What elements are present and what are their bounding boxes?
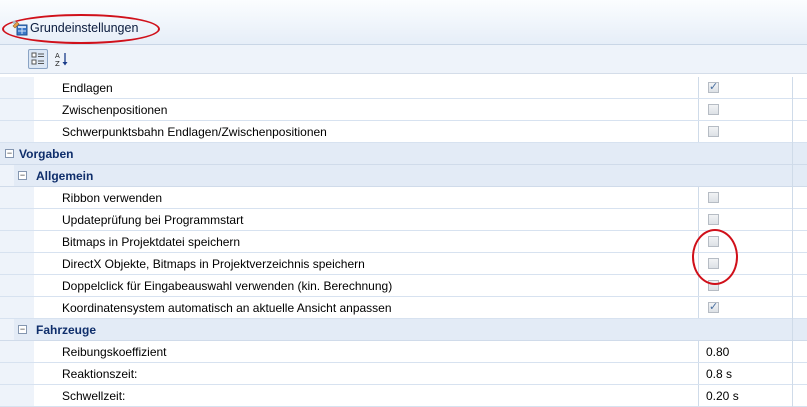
updatepruefung-checkbox[interactable] bbox=[708, 214, 719, 225]
property-row-endlagen: Endlagen bbox=[0, 77, 807, 99]
schwerpunktsbahn-checkbox[interactable] bbox=[708, 126, 719, 137]
category-label: Fahrzeuge bbox=[36, 323, 97, 337]
property-row-bitmaps-projektdatei: Bitmaps in Projektdatei speichern bbox=[0, 231, 807, 253]
category-allgemein[interactable]: − Allgemein bbox=[0, 165, 807, 187]
property-label: Doppelclick für Eingabeauswahl verwenden… bbox=[62, 279, 393, 293]
svg-text:Z: Z bbox=[55, 60, 60, 67]
property-row-schwerpunktsbahn: Schwerpunktsbahn Endlagen/Zwischenpositi… bbox=[0, 121, 807, 143]
property-label: Endlagen bbox=[62, 81, 113, 95]
property-row-directx-objekte: DirectX Objekte, Bitmaps in Projektverze… bbox=[0, 253, 807, 275]
category-vorgaben[interactable]: − Vorgaben bbox=[0, 143, 807, 165]
property-label: Zwischenpositionen bbox=[62, 103, 168, 117]
schwellzeit-value[interactable]: 0.20 s bbox=[706, 389, 739, 403]
category-label: Allgemein bbox=[36, 169, 94, 183]
collapse-toggle-icon[interactable]: − bbox=[18, 325, 27, 334]
categorized-view-icon[interactable] bbox=[28, 49, 48, 69]
collapse-toggle-icon[interactable]: − bbox=[5, 149, 14, 158]
property-row-zwischenpositionen: Zwischenpositionen bbox=[0, 99, 807, 121]
koordinatensystem-checkbox[interactable] bbox=[708, 300, 719, 313]
property-label: Bitmaps in Projektdatei speichern bbox=[62, 235, 241, 249]
property-label: Ribbon verwenden bbox=[62, 191, 163, 205]
collapse-toggle-icon[interactable]: − bbox=[18, 171, 27, 180]
property-row-reaktionszeit: Reaktionszeit: 0.8 s bbox=[0, 363, 807, 385]
settings-window: Grundeinstellungen A Z Endlagen ✓ Zwisch… bbox=[0, 0, 807, 407]
svg-text:A: A bbox=[55, 52, 60, 60]
settings-table-icon bbox=[12, 20, 28, 36]
scroll-edge-divider bbox=[792, 77, 793, 407]
property-label: DirectX Objekte, Bitmaps in Projektverze… bbox=[62, 257, 365, 271]
ribbon-checkbox[interactable] bbox=[708, 192, 719, 203]
title-bar: Grundeinstellungen bbox=[0, 0, 807, 45]
property-label: Schwellzeit: bbox=[62, 389, 126, 403]
category-label: Vorgaben bbox=[19, 147, 74, 161]
property-row-reibungskoeffizient: Reibungskoeffizient 0.80 bbox=[0, 341, 807, 363]
property-label: Koordinatensystem automatisch an aktuell… bbox=[62, 301, 392, 315]
reibungskoeffizient-value[interactable]: 0.80 bbox=[706, 345, 729, 359]
highlight-ellipse-checkboxes bbox=[692, 229, 738, 285]
property-row-schwellzeit: Schwellzeit: 0.20 s bbox=[0, 385, 807, 407]
property-row-doppelclick: Doppelclick für Eingabeauswahl verwenden… bbox=[0, 275, 807, 297]
property-grid: Endlagen Zwischenpositionen Schwerpunkts… bbox=[0, 77, 807, 407]
endlagen-checkbox[interactable] bbox=[708, 80, 719, 93]
zwischenpositionen-checkbox[interactable] bbox=[708, 104, 719, 115]
property-label: Reibungskoeffizient bbox=[62, 345, 167, 359]
property-label: Updateprüfung bei Programmstart bbox=[62, 213, 244, 227]
sort-az-icon[interactable]: A Z bbox=[52, 49, 72, 69]
category-fahrzeuge[interactable]: − Fahrzeuge bbox=[0, 319, 807, 341]
property-toolbar: A Z bbox=[0, 45, 807, 74]
property-row-updatepruefung: Updateprüfung bei Programmstart bbox=[0, 209, 807, 231]
property-label: Schwerpunktsbahn Endlagen/Zwischenpositi… bbox=[62, 125, 327, 139]
reaktionszeit-value[interactable]: 0.8 s bbox=[706, 367, 732, 381]
property-label: Reaktionszeit: bbox=[62, 367, 138, 381]
window-title: Grundeinstellungen bbox=[30, 21, 139, 35]
property-row-koordinatensystem: Koordinatensystem automatisch an aktuell… bbox=[0, 297, 807, 319]
property-row-ribbon: Ribbon verwenden bbox=[0, 187, 807, 209]
